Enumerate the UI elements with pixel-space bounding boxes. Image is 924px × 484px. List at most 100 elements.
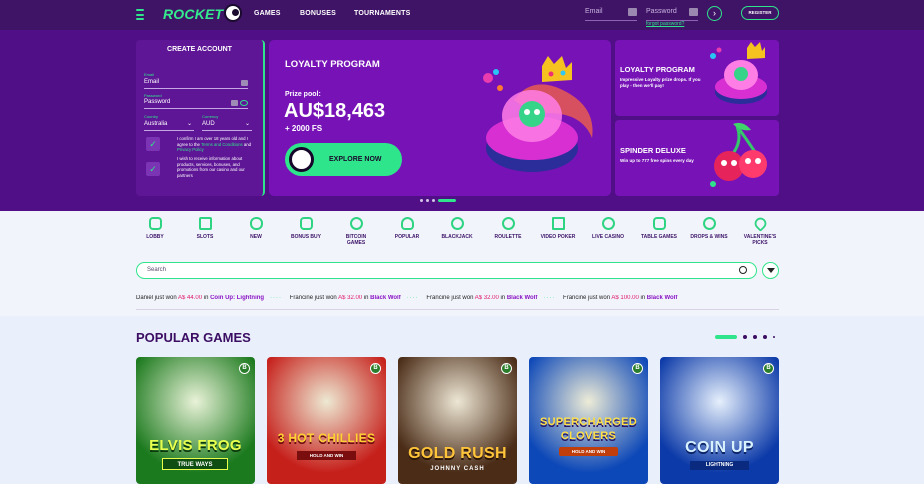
loyalty-banner[interactable]: LOYALTY PROGRAM Prize pool: AU$18,463 + …: [269, 40, 611, 196]
nav-bonuses[interactable]: BONUSES: [300, 10, 336, 17]
banner-carousel-dots[interactable]: [420, 199, 456, 202]
eye-icon[interactable]: [240, 100, 248, 106]
autofill-icon: [241, 80, 248, 86]
filter-button[interactable]: [762, 262, 779, 279]
side-banner-loyalty[interactable]: LOYALTY PROGRAM Impressive Loyalty prize…: [615, 40, 779, 116]
ticker-who: Francine just won: [289, 295, 337, 301]
game-title: 3 HOT CHILLIES: [277, 431, 376, 445]
banner-title: LOYALTY PROGRAM: [285, 59, 380, 70]
slots-icon: [198, 217, 212, 230]
ticker-separator: ····: [406, 295, 419, 301]
ticker-game[interactable]: Black Wolf: [647, 295, 678, 301]
country-select[interactable]: Australia ⌄: [144, 121, 194, 131]
live-icon: [601, 217, 615, 230]
side-banner-desc: Win up to 777 free spins every day: [620, 158, 694, 163]
chevron-down-icon: ⌄: [244, 121, 250, 127]
bitcoin-icon: B: [239, 363, 250, 374]
header-email-field[interactable]: Email: [585, 6, 637, 21]
ticker-game[interactable]: Black Wolf: [370, 295, 401, 301]
bitcoin-icon: [349, 217, 363, 230]
dice-icon: [652, 217, 666, 230]
ticker-item: Francine just won A$ 32.00 in Black Wolf: [426, 295, 537, 301]
nav-tournaments[interactable]: TOURNAMENTS: [354, 10, 411, 17]
ticker-item: Daniel just won A$ 44.00 in Coin Up: Lig…: [136, 295, 264, 301]
search-icon[interactable]: [739, 266, 747, 274]
privacy-link[interactable]: Privacy Policy: [177, 147, 204, 152]
ticker-game[interactable]: Coin Up: Lightning: [210, 295, 264, 301]
ticker-who: Daniel just won: [136, 295, 177, 301]
prize-amount: AU$18,463: [284, 100, 386, 122]
game-tile[interactable]: COIN UP LIGHTNING B: [660, 357, 779, 484]
carousel-dot-active[interactable]: [715, 335, 737, 339]
category-roulette[interactable]: ROULETTE: [489, 217, 527, 240]
game-tile[interactable]: ELVIS FROG TRUE WAYS B: [136, 357, 255, 484]
nav-games[interactable]: GAMES: [254, 10, 281, 17]
game-subtitle: HOLD AND WIN: [559, 447, 618, 456]
category-label: NEW: [250, 234, 262, 240]
currency-select[interactable]: AUD ⌄: [202, 121, 252, 131]
category-label: POPULAR: [394, 234, 420, 240]
carousel-dot[interactable]: [420, 199, 423, 202]
carousel-dot[interactable]: [763, 335, 767, 339]
category-table-games[interactable]: TABLE GAMES: [640, 217, 678, 240]
game-tile[interactable]: SUPERCHARGED CLOVERS HOLD AND WIN B: [529, 357, 648, 484]
ticker-amount: A$ 44.00: [178, 295, 203, 301]
logo[interactable]: ROCKET: [163, 6, 223, 22]
email-field[interactable]: Email: [144, 79, 248, 89]
category-label: TABLE GAMES: [640, 234, 678, 240]
category-live-casino[interactable]: LIVE CASINO: [589, 217, 627, 240]
category-video-poker[interactable]: VIDEO POKER: [539, 217, 577, 240]
game-subtitle: TRUE WAYS: [162, 458, 228, 470]
mascot-icon: [289, 147, 314, 172]
carousel-dot[interactable]: [426, 199, 429, 202]
login-arrow-button[interactable]: ›: [707, 6, 722, 21]
game-tile[interactable]: GOLD RUSH JOHNNY CASH B: [398, 357, 517, 484]
game-subtitle: JOHNNY CASH: [430, 466, 485, 472]
carousel-dot[interactable]: [753, 335, 757, 339]
side-banner-spinder[interactable]: SPINDER DELUXE Win up to 777 free spins …: [615, 120, 779, 196]
email-value: Email: [144, 79, 160, 85]
menu-icon[interactable]: [136, 9, 144, 20]
category-label: VIDEO POKER: [540, 234, 576, 240]
category-bitcoin-games[interactable]: BITCOIN GAMES: [337, 217, 375, 246]
category-new[interactable]: NEW: [237, 217, 275, 240]
category-slots[interactable]: SLOTS: [186, 217, 224, 240]
search-input[interactable]: Search: [136, 262, 757, 279]
popular-title: POPULAR GAMES: [136, 330, 251, 345]
popular-carousel-dots[interactable]: [715, 335, 775, 339]
explore-now-button[interactable]: EXPLORE NOW: [285, 143, 402, 176]
terms-checkbox[interactable]: ✓: [146, 137, 160, 151]
ticker-game[interactable]: Black Wolf: [507, 295, 538, 301]
game-title: ELVIS FROG: [149, 437, 242, 454]
category-drops-wins[interactable]: DROPS & WINS: [690, 217, 728, 240]
category-valentines-picks[interactable]: VALENTINE'S PICKS: [741, 215, 779, 246]
register-button[interactable]: REGISTER: [741, 6, 779, 20]
roulette-icon: [501, 217, 515, 230]
carousel-dot[interactable]: [773, 336, 775, 338]
password-label: Password: [144, 93, 162, 98]
category-blackjack[interactable]: BLACKJACK: [438, 217, 476, 240]
category-label: LIVE CASINO: [592, 234, 624, 240]
category-popular[interactable]: POPULAR: [388, 217, 426, 240]
category-bonus-buy[interactable]: BONUS BUY: [287, 217, 325, 240]
heart-icon: [751, 215, 769, 232]
forgot-password-link[interactable]: forgot password?: [646, 21, 684, 27]
ufo-thumbnail: [710, 42, 767, 104]
carousel-dot[interactable]: [743, 335, 747, 339]
header-password-field[interactable]: Password: [646, 6, 698, 21]
ticker-in: in: [500, 295, 506, 301]
ticker-separator: ····: [543, 295, 556, 301]
carousel-dot-active[interactable]: [438, 199, 456, 202]
ticker-item: Francine just won A$ 32.00 in Black Wolf: [290, 295, 401, 301]
password-field[interactable]: Password: [144, 99, 248, 109]
promo-checkbox[interactable]: ✓: [146, 162, 160, 176]
game-tile[interactable]: 3 HOT CHILLIES HOLD AND WIN B: [267, 357, 386, 484]
page: ROCKET GAMES BONUSES TOURNAMENTS Email P…: [0, 0, 924, 484]
category-lobby[interactable]: LOBBY: [136, 217, 174, 240]
bitcoin-icon: B: [501, 363, 512, 374]
terms-link[interactable]: Terms and Conditions: [201, 142, 243, 147]
carousel-dot[interactable]: [432, 199, 435, 202]
explore-label: EXPLORE NOW: [329, 156, 382, 163]
email-label: Email: [144, 72, 155, 77]
ticker-amount: A$ 32.00: [338, 295, 363, 301]
